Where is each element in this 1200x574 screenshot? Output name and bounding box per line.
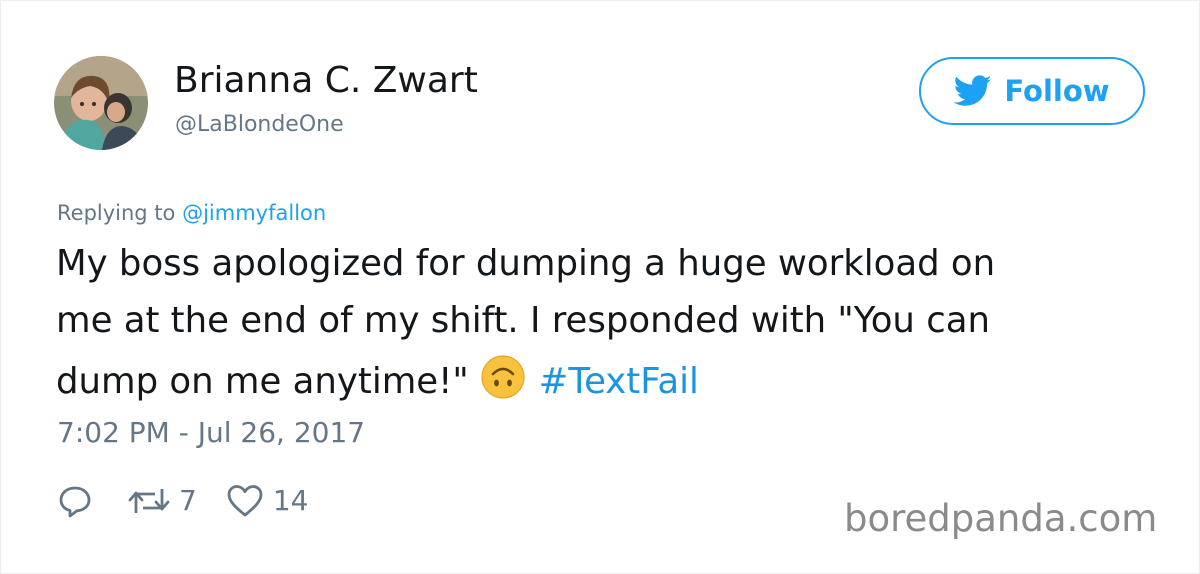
- tweet-timestamp[interactable]: 7:02 PM - Jul 26, 2017: [57, 415, 365, 451]
- tweet-card: Brianna C. Zwart @LaBlondeOne Follow Rep…: [0, 0, 1200, 574]
- tweet-actions: 7 14: [57, 481, 308, 521]
- reply-context: Replying to @jimmyfallon: [57, 199, 326, 227]
- tweet-text-line-3: dump on me anytime!" #TextFail: [56, 355, 699, 405]
- reply-button[interactable]: [57, 483, 93, 519]
- hashtag-link[interactable]: #TextFail: [539, 361, 699, 402]
- like-button[interactable]: 14: [225, 483, 309, 519]
- tweet-text-line-1: My boss apologized for dumping a huge wo…: [56, 243, 996, 284]
- upside-down-face-emoji-icon: [481, 355, 525, 399]
- reply-context-prefix: Replying to: [57, 201, 176, 225]
- user-avatar-photo-icon: [54, 56, 148, 150]
- tweet-text-line-2: me at the end of my shift. I responded w…: [56, 300, 990, 341]
- follow-button[interactable]: Follow: [919, 57, 1145, 125]
- display-name[interactable]: Brianna C. Zwart: [174, 59, 478, 103]
- tweet-text-line-3-text: dump on me anytime!": [56, 361, 469, 402]
- retweet-icon: [128, 489, 170, 513]
- retweet-count: 7: [179, 484, 197, 517]
- reply-mention-link[interactable]: @jimmyfallon: [182, 201, 326, 225]
- retweet-button[interactable]: 7: [127, 483, 197, 519]
- avatar[interactable]: [54, 56, 148, 150]
- twitter-bird-icon: [954, 75, 992, 106]
- reply-icon: [59, 486, 91, 518]
- user-handle[interactable]: @LaBlondeOne: [175, 111, 344, 139]
- watermark: boredpanda.com: [844, 497, 1158, 540]
- like-count: 14: [272, 484, 309, 517]
- follow-button-label: Follow: [1004, 74, 1110, 108]
- heart-icon: [227, 485, 263, 517]
